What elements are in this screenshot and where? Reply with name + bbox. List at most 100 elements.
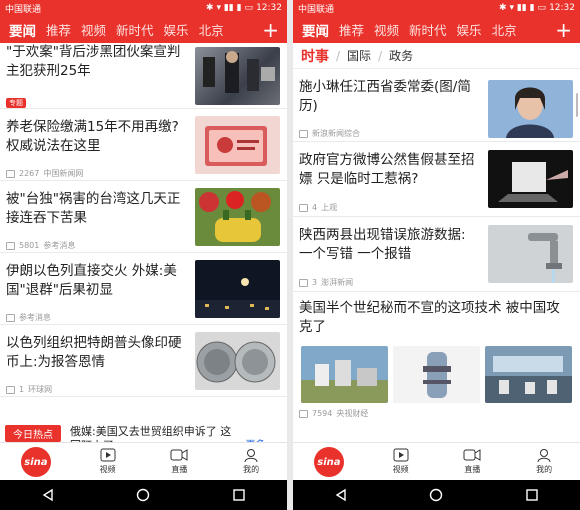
tab-new-era[interactable]: 新时代: [409, 20, 447, 39]
video-icon: [393, 448, 409, 462]
bottom-nav-me[interactable]: 我的: [516, 443, 572, 475]
news-feed: 施小琳任江西省委常委(图/简 历) 新浪新闻综合 政府官方微博公然售假甚至招 嫖…: [293, 69, 580, 418]
news-thumbnail: [488, 80, 573, 138]
item-title: 施小琳任江西省委常委(图/简 历): [299, 79, 471, 114]
faucet-image: [528, 233, 562, 283]
subtab-current-affairs[interactable]: 时事: [301, 46, 329, 66]
system-nav-bar: [0, 480, 287, 510]
laptop-image: [498, 162, 568, 202]
coin-image: [196, 341, 276, 383]
carrier-label: 中国联通: [298, 4, 335, 15]
add-channel-icon[interactable]: +: [262, 18, 279, 42]
list-item[interactable]: "于欢案"背后涉黑团伙案宣判 主犯获刑25年 专题: [0, 43, 287, 109]
topic-badge: 专题: [6, 98, 26, 108]
bottom-nav-video[interactable]: 视频: [80, 443, 136, 475]
news-feed: "于欢案"背后涉黑团伙案宣判 主犯获刑25年 专题 养老保险缴满15年不用再缴?…: [0, 43, 287, 397]
recents-icon[interactable]: [232, 488, 246, 502]
fruit-photo-image: [199, 191, 271, 242]
news-thumbnail: [195, 332, 280, 390]
news-thumbnail: [195, 188, 280, 246]
signal-icon: ✱ ▾ ▮▮ ▮: [206, 3, 242, 13]
news-thumbnail: [195, 47, 280, 105]
scrollbar[interactable]: [576, 93, 578, 117]
reactor-vessel-image: [423, 352, 451, 398]
add-channel-icon[interactable]: +: [555, 18, 572, 42]
home-icon[interactable]: [429, 488, 443, 502]
list-item[interactable]: 被"台独"祸害的台湾这几天正 接连吞下苦果 5801 参考消息: [0, 181, 287, 253]
comment-count: 7594: [312, 409, 333, 418]
bottom-nav-video-label: 视频: [392, 465, 409, 474]
portrait-image: [506, 87, 554, 138]
list-item[interactable]: 以色列组织把特朗普头像印硬币上:为报答恩情 1 环球网: [0, 325, 287, 397]
list-item[interactable]: 政府官方微博公然售假甚至招 嫖 只是临时工惹祸? 4 上观: [293, 142, 580, 217]
news-source: 环球网: [28, 385, 53, 394]
top-nav: 要闻 推荐 视频 新时代 娱乐 北京 +: [293, 16, 580, 43]
item-title: "于欢案"背后涉黑团伙案宣判 主犯获刑25年: [6, 44, 181, 79]
item-title: 政府官方微博公然售假甚至招 嫖 只是临时工惹祸?: [299, 152, 475, 187]
tab-new-era[interactable]: 新时代: [116, 20, 154, 39]
sina-logo-icon: sina: [20, 447, 51, 477]
tab-beijing[interactable]: 北京: [199, 20, 224, 39]
tab-recommended[interactable]: 推荐: [339, 20, 364, 39]
control-room-image: [485, 356, 572, 403]
comment-count: 3: [312, 278, 318, 287]
item-title: 养老保险缴满15年不用再缴? 权威说法在这里: [6, 119, 179, 154]
tab-entertainment[interactable]: 娱乐: [457, 20, 482, 39]
news-thumbnail: [488, 225, 573, 283]
bottom-nav: sina 视频 直播 我的: [0, 442, 287, 481]
list-item[interactable]: 美国半个世纪秘而不宣的这项技术 被中国攻克了 7594 央视财经: [293, 292, 580, 418]
home-icon[interactable]: [136, 488, 150, 502]
list-item[interactable]: 养老保险缴满15年不用再缴? 权威说法在这里 2267 中国新闻网: [0, 109, 287, 181]
status-bar: 中国联通 ✱ ▾ ▮▮ ▮ ▭ 12:32: [0, 0, 287, 16]
back-icon[interactable]: [334, 488, 348, 502]
subtab-international[interactable]: 国际: [347, 47, 371, 64]
tab-beijing[interactable]: 北京: [492, 20, 517, 39]
list-item[interactable]: 陕西两县出现错误旅游数据: 一个写错 一个报错 3 澎湃新闻: [293, 217, 580, 292]
bottom-nav-live[interactable]: 直播: [444, 443, 500, 475]
item-title: 美国半个世纪秘而不宣的这项技术 被中国攻克了: [299, 300, 560, 335]
comment-icon: [6, 241, 15, 250]
video-icon: [100, 448, 116, 462]
top-nav: 要闻 推荐 视频 新时代 娱乐 北京 +: [0, 16, 287, 43]
news-source: 澎湃新闻: [321, 278, 354, 287]
tab-headlines[interactable]: 要闻: [302, 20, 329, 40]
recents-icon[interactable]: [525, 488, 539, 502]
news-source: 参考消息: [19, 313, 51, 322]
left-phone-screen: 中国联通 ✱ ▾ ▮▮ ▮ ▭ 12:32 要闻 推荐 视频 新时代 娱乐 北京…: [0, 0, 287, 510]
bottom-nav-me[interactable]: 我的: [223, 443, 279, 475]
list-item[interactable]: 施小琳任江西省委常委(图/简 历) 新浪新闻综合: [293, 69, 580, 142]
tab-entertainment[interactable]: 娱乐: [164, 20, 189, 39]
right-phone-screen: 中国联通 ✱ ▾ ▮▮ ▮ ▭ 12:32 要闻 推荐 视频 新时代 娱乐 北京…: [293, 0, 580, 510]
tab-video[interactable]: 视频: [374, 20, 399, 39]
bottom-nav-me-label: 我的: [243, 465, 260, 474]
news-source: 央视财经: [336, 409, 369, 418]
time-label: 12:32: [549, 3, 575, 13]
comment-count: 5801: [19, 241, 40, 250]
bottom-nav-live-label: 直播: [171, 465, 188, 474]
list-item[interactable]: 伊朗以色列直接交火 外媒:美国"退群"后果初显 参考消息: [0, 253, 287, 325]
bottom-nav-live[interactable]: 直播: [151, 443, 207, 475]
hot-news-bar[interactable]: 今日热点 俄媒:美国又去世贸组织申诉了 这回盯上了… 更多 >: [0, 422, 287, 452]
comment-count: 2267: [19, 169, 40, 178]
court-photo-image: [203, 51, 275, 93]
status-bar: 中国联通 ✱ ▾ ▮▮ ▮ ▭ 12:32: [293, 0, 580, 16]
tab-video[interactable]: 视频: [81, 20, 106, 39]
comment-icon: [6, 385, 15, 394]
tab-recommended[interactable]: 推荐: [46, 20, 71, 39]
back-icon[interactable]: [41, 488, 55, 502]
subtab-government[interactable]: 政务: [389, 47, 413, 64]
tab-headlines[interactable]: 要闻: [9, 20, 36, 40]
carrier-label: 中国联通: [5, 4, 42, 15]
sub-nav: 时事 / 国际 / 政务: [293, 43, 580, 69]
bottom-nav-home[interactable]: sina: [301, 443, 357, 477]
comment-count: 4: [312, 203, 318, 212]
news-thumbnail: [301, 346, 388, 403]
bottom-nav-video[interactable]: 视频: [373, 443, 429, 475]
news-source: 参考消息: [43, 241, 76, 250]
bottom-nav-home[interactable]: sina: [8, 443, 64, 477]
bottom-nav-video-label: 视频: [99, 465, 116, 474]
news-thumbnail: [485, 346, 572, 403]
live-camera-icon: [463, 449, 481, 461]
comment-icon: [299, 203, 308, 212]
night-city-image: [195, 278, 280, 318]
